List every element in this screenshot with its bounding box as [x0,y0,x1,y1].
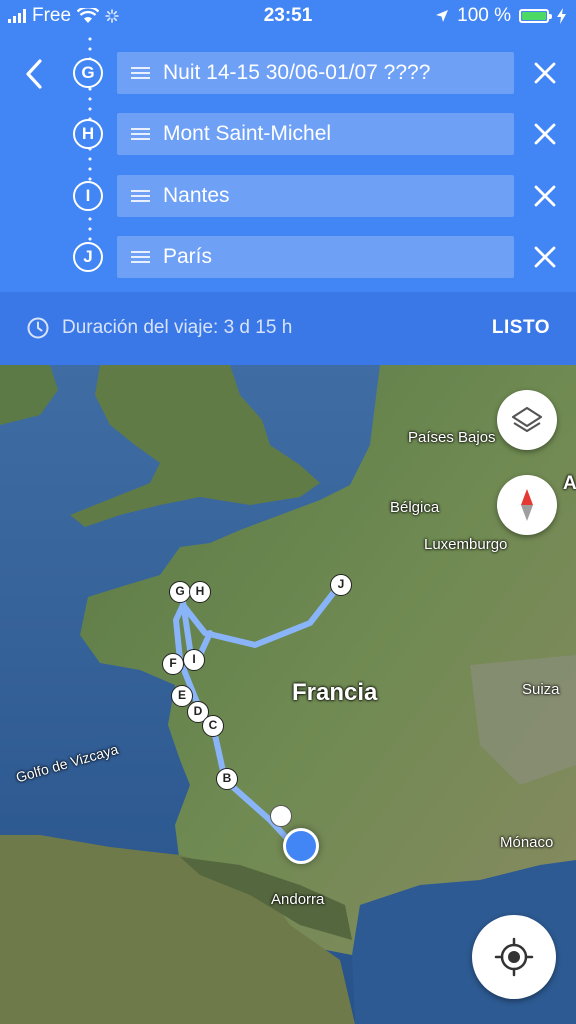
stop-name: Mont Saint-Michel [163,122,332,145]
satellite-map[interactable]: Países Bajos Bélgica Luxemburgo Francia … [0,365,576,1024]
stop-marker: J [73,242,103,272]
drag-handle-icon[interactable] [131,251,150,263]
compass-button[interactable] [497,475,557,535]
battery-percent: 100 % [457,5,511,26]
map-label-luxembourg: Luxemburgo [424,536,508,553]
layers-icon [511,406,543,433]
map-label-andorra: Andorra [271,891,325,908]
stop-field[interactable]: Nantes [117,175,514,217]
map-layers-button[interactable] [497,390,557,450]
route-marker-b[interactable]: B [216,768,238,790]
remove-stop-icon[interactable] [530,119,560,149]
battery-icon [519,9,552,23]
current-location-dot [283,828,319,864]
stop-field[interactable]: París [117,236,514,278]
route-start-marker[interactable] [270,805,292,827]
clock-icon [27,317,49,339]
map-label-switzerland: Suiza [522,681,560,698]
stop-marker: H [73,119,103,149]
remove-stop-icon[interactable] [530,58,560,88]
stop-field[interactable]: Mont Saint-Michel [117,113,514,155]
route-marker-h[interactable]: H [189,581,211,603]
trip-duration: Duración del viaje: 3 d 15 h [26,316,292,340]
trip-duration-text: Duración del viaje: 3 d 15 h [62,317,293,338]
my-location-button[interactable] [472,915,556,999]
map-label-belgium: Bélgica [390,499,440,516]
drag-handle-icon[interactable] [131,128,150,140]
drag-handle-icon[interactable] [131,190,150,202]
route-marker-i[interactable]: I [183,649,205,671]
location-arrow-icon [436,10,449,22]
crosshair-icon [494,937,534,977]
stop-row-h: H Mont Saint-Michel [0,113,576,157]
stop-marker: G [73,58,103,88]
route-marker-c[interactable]: C [202,715,224,737]
stop-name: París [163,245,213,268]
stop-row-i: I Nantes [0,175,576,219]
map-label-netherlands: Países Bajos [408,429,496,446]
route-marker-f[interactable]: F [162,653,184,675]
directions-header: Free 23:51 100 % G Nuit 14-15 30/06-01/0… [0,0,576,365]
remove-stop-icon[interactable] [530,242,560,272]
done-button[interactable]: LISTO [492,317,550,339]
status-bar: Free 23:51 100 % [0,0,576,32]
remove-stop-icon[interactable] [530,181,560,211]
route-marker-g[interactable]: G [169,581,191,603]
stop-field[interactable]: Nuit 14-15 30/06-01/07 ???? [117,52,514,94]
charging-bolt-icon [557,8,566,24]
stop-row-j: J París [0,236,576,280]
map-label-edge: A [563,473,576,494]
compass-icon [521,489,533,521]
route-marker-j[interactable]: J [330,574,352,596]
stop-row-g: G Nuit 14-15 30/06-01/07 ???? [0,52,576,96]
drag-handle-icon[interactable] [131,67,150,79]
stop-marker: I [73,181,103,211]
stop-name: Nantes [163,184,230,207]
stop-name: Nuit 14-15 30/06-01/07 ???? [163,61,431,84]
map-label-france: Francia [292,679,378,706]
map-label-monaco: Mónaco [500,834,554,851]
